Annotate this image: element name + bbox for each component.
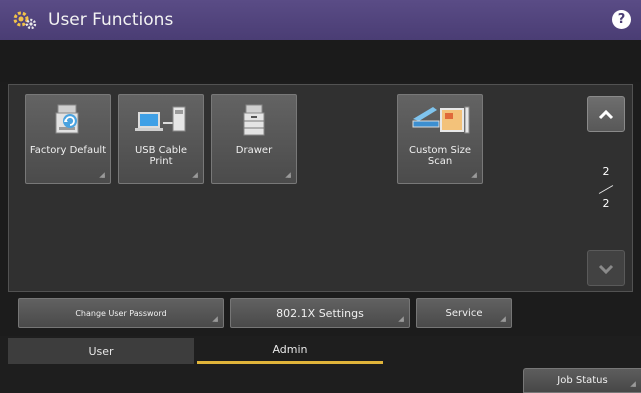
corner-mark (99, 172, 105, 178)
total-pages: 2 (602, 197, 610, 210)
tab-admin[interactable]: Admin (197, 338, 383, 364)
tab-admin-label: Admin (272, 343, 308, 356)
802-1x-settings-label: 802.1X Settings (276, 306, 364, 320)
802-1x-settings-button[interactable]: 802.1X Settings (230, 298, 410, 328)
corner-mark (630, 381, 636, 387)
usb-cable-print-button[interactable]: USB Cable Print (118, 94, 204, 184)
service-button[interactable]: Service (416, 298, 512, 328)
corner-mark (471, 172, 477, 178)
drawer-button[interactable]: Drawer (211, 94, 297, 184)
service-label: Service (445, 307, 483, 319)
user-functions-icon (12, 8, 40, 32)
drawer-label: Drawer (235, 145, 273, 156)
factory-default-label: Factory Default (29, 145, 107, 156)
corner-mark (212, 316, 218, 322)
corner-mark (398, 316, 404, 322)
scroll-down-button[interactable] (587, 250, 625, 286)
page-title: User Functions (48, 10, 174, 30)
corner-mark (192, 172, 198, 178)
change-user-password-button[interactable]: Change User Password (18, 298, 224, 328)
chevron-down-icon (598, 259, 614, 278)
change-user-password-label: Change User Password (75, 308, 167, 318)
custom-size-scan-button[interactable]: Custom Size Scan (397, 94, 483, 184)
job-status-label: Job Status (557, 375, 608, 386)
custom-size-scan-label: Custom Size Scan (408, 145, 472, 167)
current-page: 2 (602, 165, 610, 178)
corner-mark (500, 316, 506, 322)
help-button[interactable]: ? (612, 10, 631, 29)
custom-size-scan-icon (398, 101, 482, 143)
message-area (0, 40, 641, 82)
title-bar: User Functions ? (0, 0, 641, 40)
corner-mark (285, 172, 291, 178)
usb-cable-print-label: USB Cable Print (134, 145, 188, 167)
usb-cable-print-icon (119, 101, 203, 143)
tab-user[interactable]: User (8, 338, 194, 364)
page-indicator: 2 2 (592, 165, 620, 215)
drawer-icon (212, 101, 296, 143)
factory-default-icon (26, 101, 110, 143)
page-separator (598, 185, 614, 194)
scroll-up-button[interactable] (587, 96, 625, 132)
chevron-up-icon (598, 105, 614, 124)
tab-user-label: User (88, 344, 114, 358)
factory-default-button[interactable]: Factory Default (25, 94, 111, 184)
job-status-button[interactable]: Job Status (523, 368, 641, 393)
